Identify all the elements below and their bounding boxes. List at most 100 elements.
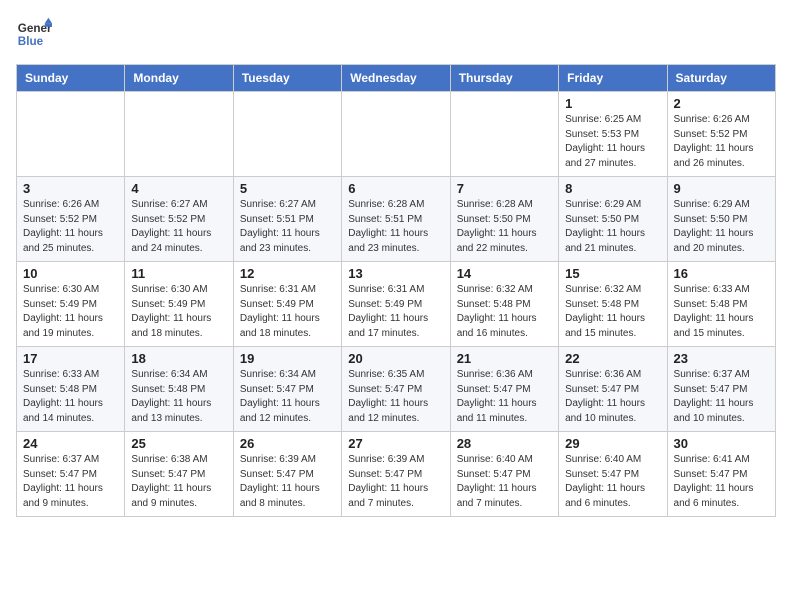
day-cell-1: 1Sunrise: 6:25 AM Sunset: 5:53 PM Daylig…	[559, 92, 667, 177]
empty-cell	[17, 92, 125, 177]
day-detail: Sunrise: 6:27 AM Sunset: 5:51 PM Dayligh…	[240, 198, 335, 256]
empty-cell	[233, 92, 341, 177]
svg-text:Blue: Blue	[18, 35, 44, 48]
weekday-header-monday: Monday	[125, 65, 233, 92]
day-detail: Sunrise: 6:37 AM Sunset: 5:47 PM Dayligh…	[674, 368, 769, 426]
day-number: 24	[23, 436, 118, 451]
day-cell-7: 7 Sunrise: 6:28 AM Sunset: 5:50 PM Daylig…	[450, 177, 558, 262]
week-row-2: 3 Sunrise: 6:26 AM Sunset: 5:52 PM Daylig…	[17, 177, 776, 262]
weekday-header-tuesday: Tuesday	[233, 65, 341, 92]
day-number: 10	[23, 266, 118, 281]
day-detail: Sunrise: 6:26 AM Sunset: 5:52 PM Dayligh…	[674, 113, 769, 171]
day-detail: Sunrise: 6:31 AM Sunset: 5:49 PM Dayligh…	[240, 283, 335, 341]
day-number: 1	[565, 96, 660, 111]
day-number: 22	[565, 351, 660, 366]
day-detail: Sunrise: 6:36 AM Sunset: 5:47 PM Dayligh…	[565, 368, 660, 426]
day-cell-3: 3 Sunrise: 6:26 AM Sunset: 5:52 PM Daylig…	[17, 177, 125, 262]
day-detail: Sunrise: 6:37 AM Sunset: 5:47 PM Dayligh…	[23, 453, 118, 511]
day-cell-17: 17Sunrise: 6:33 AM Sunset: 5:48 PM Dayli…	[17, 347, 125, 432]
day-number: 6	[348, 181, 443, 196]
day-cell-19: 19 Sunrise: 6:34 AM Sunset: 5:47 PM Dayli…	[233, 347, 341, 432]
day-number: 7	[457, 181, 552, 196]
day-number: 21	[457, 351, 552, 366]
weekday-header-wednesday: Wednesday	[342, 65, 450, 92]
day-detail: Sunrise: 6:33 AM Sunset: 5:48 PM Dayligh…	[674, 283, 769, 341]
day-cell-30: 30Sunrise: 6:41 AM Sunset: 5:47 PM Dayli…	[667, 432, 775, 517]
day-number: 4	[131, 181, 226, 196]
day-cell-18: 18 Sunrise: 6:34 AM Sunset: 5:48 PM Dayli…	[125, 347, 233, 432]
day-detail: Sunrise: 6:30 AM Sunset: 5:49 PM Dayligh…	[131, 283, 226, 341]
day-detail: Sunrise: 6:35 AM Sunset: 5:47 PM Dayligh…	[348, 368, 443, 426]
day-detail: Sunrise: 6:32 AM Sunset: 5:48 PM Dayligh…	[457, 283, 552, 341]
empty-cell	[125, 92, 233, 177]
day-number: 8	[565, 181, 660, 196]
day-cell-15: 15 Sunrise: 6:32 AM Sunset: 5:48 PM Dayli…	[559, 262, 667, 347]
day-detail: Sunrise: 6:38 AM Sunset: 5:47 PM Dayligh…	[131, 453, 226, 511]
week-row-5: 24 Sunrise: 6:37 AM Sunset: 5:47 PM Dayli…	[17, 432, 776, 517]
day-cell-25: 25 Sunrise: 6:38 AM Sunset: 5:47 PM Dayli…	[125, 432, 233, 517]
day-cell-28: 28Sunrise: 6:40 AM Sunset: 5:47 PM Dayli…	[450, 432, 558, 517]
page-header: General Blue	[16, 16, 776, 52]
day-cell-11: 11 Sunrise: 6:30 AM Sunset: 5:49 PM Dayli…	[125, 262, 233, 347]
day-number: 2	[674, 96, 769, 111]
week-row-3: 10 Sunrise: 6:30 AM Sunset: 5:49 PM Dayli…	[17, 262, 776, 347]
day-detail: Sunrise: 6:36 AM Sunset: 5:47 PM Dayligh…	[457, 368, 552, 426]
day-detail: Sunrise: 6:27 AM Sunset: 5:52 PM Dayligh…	[131, 198, 226, 256]
day-detail: Sunrise: 6:32 AM Sunset: 5:48 PM Dayligh…	[565, 283, 660, 341]
day-number: 27	[348, 436, 443, 451]
day-detail: Sunrise: 6:31 AM Sunset: 5:49 PM Dayligh…	[348, 283, 443, 341]
day-cell-12: 12 Sunrise: 6:31 AM Sunset: 5:49 PM Dayli…	[233, 262, 341, 347]
day-number: 5	[240, 181, 335, 196]
day-number: 11	[131, 266, 226, 281]
weekday-header-thursday: Thursday	[450, 65, 558, 92]
day-number: 19	[240, 351, 335, 366]
day-detail: Sunrise: 6:41 AM Sunset: 5:47 PM Dayligh…	[674, 453, 769, 511]
calendar-table: SundayMondayTuesdayWednesdayThursdayFrid…	[16, 64, 776, 517]
empty-cell	[450, 92, 558, 177]
day-cell-16: 16Sunrise: 6:33 AM Sunset: 5:48 PM Dayli…	[667, 262, 775, 347]
day-cell-13: 13 Sunrise: 6:31 AM Sunset: 5:49 PM Dayli…	[342, 262, 450, 347]
day-cell-6: 6 Sunrise: 6:28 AM Sunset: 5:51 PM Daylig…	[342, 177, 450, 262]
day-detail: Sunrise: 6:34 AM Sunset: 5:48 PM Dayligh…	[131, 368, 226, 426]
day-cell-14: 14Sunrise: 6:32 AM Sunset: 5:48 PM Dayli…	[450, 262, 558, 347]
day-cell-29: 29Sunrise: 6:40 AM Sunset: 5:47 PM Dayli…	[559, 432, 667, 517]
weekday-header-row: SundayMondayTuesdayWednesdayThursdayFrid…	[17, 65, 776, 92]
day-cell-8: 8 Sunrise: 6:29 AM Sunset: 5:50 PM Daylig…	[559, 177, 667, 262]
weekday-header-sunday: Sunday	[17, 65, 125, 92]
day-detail: Sunrise: 6:28 AM Sunset: 5:51 PM Dayligh…	[348, 198, 443, 256]
day-cell-20: 20 Sunrise: 6:35 AM Sunset: 5:47 PM Dayli…	[342, 347, 450, 432]
day-number: 23	[674, 351, 769, 366]
day-number: 17	[23, 351, 118, 366]
day-detail: Sunrise: 6:29 AM Sunset: 5:50 PM Dayligh…	[565, 198, 660, 256]
day-cell-10: 10 Sunrise: 6:30 AM Sunset: 5:49 PM Dayli…	[17, 262, 125, 347]
day-number: 18	[131, 351, 226, 366]
day-cell-22: 22 Sunrise: 6:36 AM Sunset: 5:47 PM Dayli…	[559, 347, 667, 432]
day-number: 13	[348, 266, 443, 281]
logo-icon: General Blue	[16, 16, 52, 52]
day-number: 25	[131, 436, 226, 451]
day-cell-26: 26 Sunrise: 6:39 AM Sunset: 5:47 PM Dayli…	[233, 432, 341, 517]
day-number: 12	[240, 266, 335, 281]
day-detail: Sunrise: 6:26 AM Sunset: 5:52 PM Dayligh…	[23, 198, 118, 256]
empty-cell	[342, 92, 450, 177]
weekday-header-saturday: Saturday	[667, 65, 775, 92]
day-cell-23: 23 Sunrise: 6:37 AM Sunset: 5:47 PM Dayli…	[667, 347, 775, 432]
day-detail: Sunrise: 6:39 AM Sunset: 5:47 PM Dayligh…	[240, 453, 335, 511]
day-cell-9: 9 Sunrise: 6:29 AM Sunset: 5:50 PM Daylig…	[667, 177, 775, 262]
logo: General Blue	[16, 16, 52, 52]
day-detail: Sunrise: 6:30 AM Sunset: 5:49 PM Dayligh…	[23, 283, 118, 341]
week-row-1: 1Sunrise: 6:25 AM Sunset: 5:53 PM Daylig…	[17, 92, 776, 177]
day-number: 3	[23, 181, 118, 196]
day-number: 26	[240, 436, 335, 451]
day-detail: Sunrise: 6:34 AM Sunset: 5:47 PM Dayligh…	[240, 368, 335, 426]
day-number: 29	[565, 436, 660, 451]
day-cell-21: 21 Sunrise: 6:36 AM Sunset: 5:47 PM Dayli…	[450, 347, 558, 432]
day-number: 20	[348, 351, 443, 366]
day-number: 9	[674, 181, 769, 196]
day-detail: Sunrise: 6:40 AM Sunset: 5:47 PM Dayligh…	[457, 453, 552, 511]
day-detail: Sunrise: 6:29 AM Sunset: 5:50 PM Dayligh…	[674, 198, 769, 256]
day-cell-24: 24 Sunrise: 6:37 AM Sunset: 5:47 PM Dayli…	[17, 432, 125, 517]
day-detail: Sunrise: 6:39 AM Sunset: 5:47 PM Dayligh…	[348, 453, 443, 511]
day-detail: Sunrise: 6:28 AM Sunset: 5:50 PM Dayligh…	[457, 198, 552, 256]
day-number: 15	[565, 266, 660, 281]
